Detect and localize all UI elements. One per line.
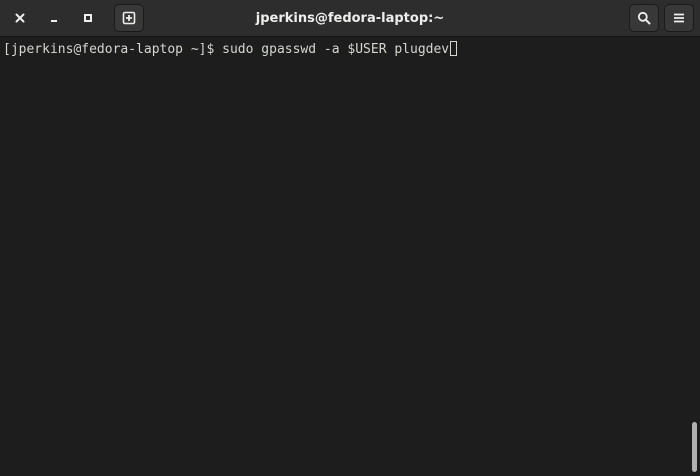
close-icon (15, 13, 25, 23)
title-bar: jperkins@fedora-laptop:~ (0, 0, 700, 37)
scrollbar[interactable] (688, 37, 700, 476)
command-line: [jperkins@fedora-laptop ~]$ sudo gpasswd… (3, 41, 700, 58)
search-icon (637, 11, 651, 25)
text-cursor (450, 41, 458, 56)
typed-command: sudo gpasswd -a $USER plugdev (222, 42, 450, 57)
new-tab-icon (122, 11, 136, 25)
search-button[interactable] (629, 4, 659, 32)
shell-prompt: [jperkins@fedora-laptop ~]$ (3, 42, 223, 57)
terminal-window: jperkins@fedora-laptop:~ [jperkins@fedor… (0, 0, 700, 476)
window-title: jperkins@fedora-laptop:~ (255, 11, 445, 26)
terminal-output[interactable]: [jperkins@fedora-laptop ~]$ sudo gpasswd… (0, 37, 700, 476)
maximize-icon (84, 14, 92, 22)
maximize-button[interactable] (76, 6, 100, 30)
scrollbar-thumb[interactable] (692, 422, 697, 472)
minimize-icon (51, 20, 57, 22)
minimize-button[interactable] (42, 6, 66, 30)
menu-button[interactable] (664, 4, 694, 32)
new-tab-button[interactable] (114, 4, 144, 32)
hamburger-menu-icon (674, 13, 684, 23)
close-button[interactable] (8, 6, 32, 30)
